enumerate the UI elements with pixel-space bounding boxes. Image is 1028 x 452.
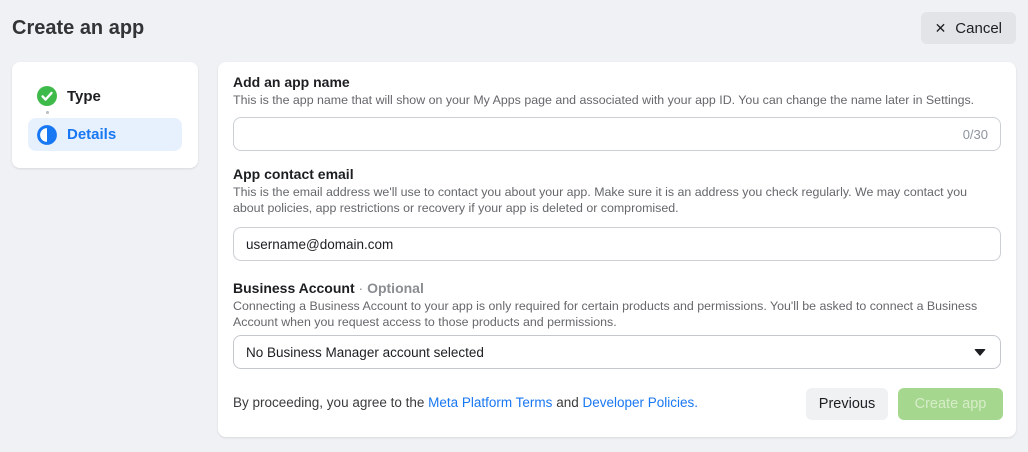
label-separator: · (355, 280, 367, 296)
contact-email-input[interactable] (234, 237, 1000, 252)
char-counter: 0/30 (963, 127, 1000, 142)
caret-down-icon (974, 349, 986, 356)
create-app-page: Create an app ✕ Cancel Type Details (0, 0, 1028, 452)
cancel-button-label: Cancel (955, 20, 1002, 37)
stepper-item-type[interactable]: Type (28, 82, 182, 110)
business-account-select[interactable]: No Business Manager account selected (233, 335, 1001, 369)
page-title: Create an app (12, 17, 144, 40)
agreement-text: By proceeding, you agree to the Meta Pla… (233, 395, 698, 410)
half-circle-progress-icon (37, 125, 57, 145)
cancel-button[interactable]: ✕ Cancel (921, 12, 1016, 44)
stepper-item-details-label: Details (67, 126, 116, 143)
contact-email-label: App contact email (233, 166, 354, 182)
close-icon: ✕ (935, 21, 947, 35)
stepper-item-details[interactable]: Details (28, 118, 182, 151)
contact-email-description: This is the email address we'll use to c… (233, 184, 1001, 216)
stepper-sidebar: Type Details (12, 62, 198, 168)
stepper-item-type-label: Type (67, 88, 101, 105)
business-account-label: Business Account · Optional (233, 280, 424, 296)
app-name-input[interactable] (234, 127, 963, 142)
developer-policies-link[interactable]: Developer Policies. (582, 395, 698, 410)
create-app-button[interactable]: Create app (898, 388, 1003, 420)
agreement-prefix: By proceeding, you agree to the (233, 395, 428, 410)
previous-button[interactable]: Previous (806, 388, 888, 420)
business-account-label-text: Business Account (233, 280, 355, 296)
meta-platform-terms-link[interactable]: Meta Platform Terms (428, 395, 552, 410)
app-name-description: This is the app name that will show on y… (233, 92, 1001, 108)
business-account-description: Connecting a Business Account to your ap… (233, 298, 1001, 330)
contact-email-field (233, 227, 1001, 261)
app-name-label: Add an app name (233, 74, 350, 90)
agreement-and: and (552, 395, 582, 410)
business-account-selected-value: No Business Manager account selected (246, 345, 974, 360)
optional-badge: Optional (367, 280, 424, 296)
app-name-field: 0/30 (233, 117, 1001, 151)
check-circle-icon (37, 86, 57, 106)
details-form-card: Add an app name This is the app name tha… (218, 62, 1016, 437)
